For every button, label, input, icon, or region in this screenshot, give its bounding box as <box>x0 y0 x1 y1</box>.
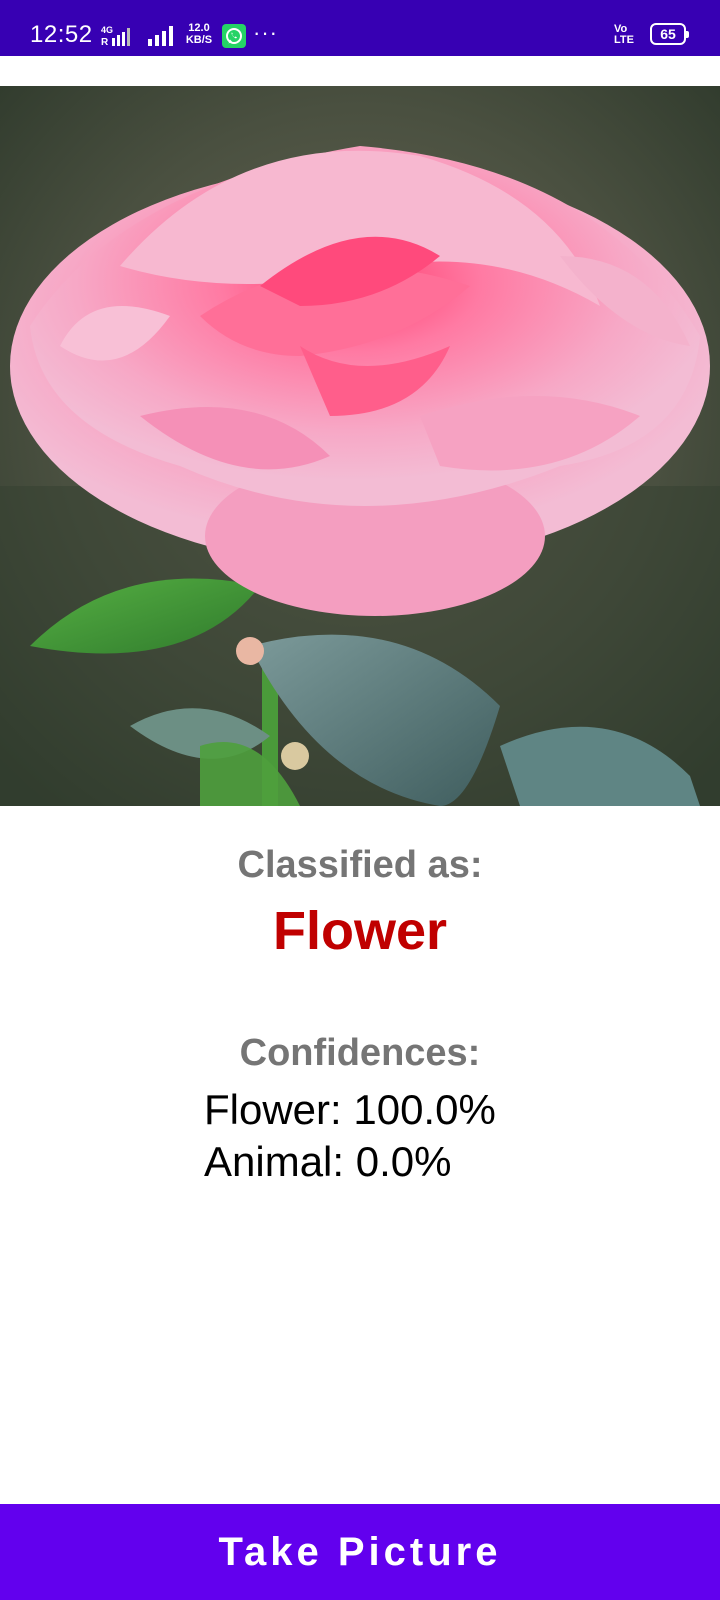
network-speed: 12.0 KB/S <box>184 22 214 46</box>
whatsapp-icon <box>222 24 246 48</box>
classification-result: Flower <box>272 901 448 961</box>
status-bar: 12:52 4G R 12.0 KB/S ··· Vo LTE 65 <box>0 0 720 56</box>
network-speed-value: 12.0 <box>188 22 210 34</box>
confidence-animal: Animal: 0.0% <box>204 1138 452 1185</box>
volte-bottom: LTE <box>614 34 634 46</box>
volte-icon: Vo LTE <box>614 24 646 48</box>
net-type-top: 4G <box>101 25 113 35</box>
status-time: 12:52 <box>30 21 93 48</box>
classified-as-label: Classified as: <box>237 844 483 886</box>
rose-photo <box>0 86 720 806</box>
battery-icon: 65 <box>650 23 689 45</box>
data-signal-icon: 4G R <box>100 24 140 48</box>
cell-signal-icon <box>148 26 174 46</box>
confidences-label: Confidences: <box>239 1032 481 1074</box>
confidence-flower: Flower: 100.0% <box>204 1086 496 1133</box>
take-picture-button[interactable]: Take Picture <box>0 1504 720 1600</box>
battery-level: 65 <box>660 26 676 42</box>
net-type-bottom: R <box>101 37 109 48</box>
confidence-list: Flower: 100.0% Animal: 0.0% <box>204 1084 624 1188</box>
network-speed-unit: KB/S <box>185 34 213 46</box>
captured-photo <box>0 86 720 806</box>
more-notifications-icon: ··· <box>253 20 278 45</box>
